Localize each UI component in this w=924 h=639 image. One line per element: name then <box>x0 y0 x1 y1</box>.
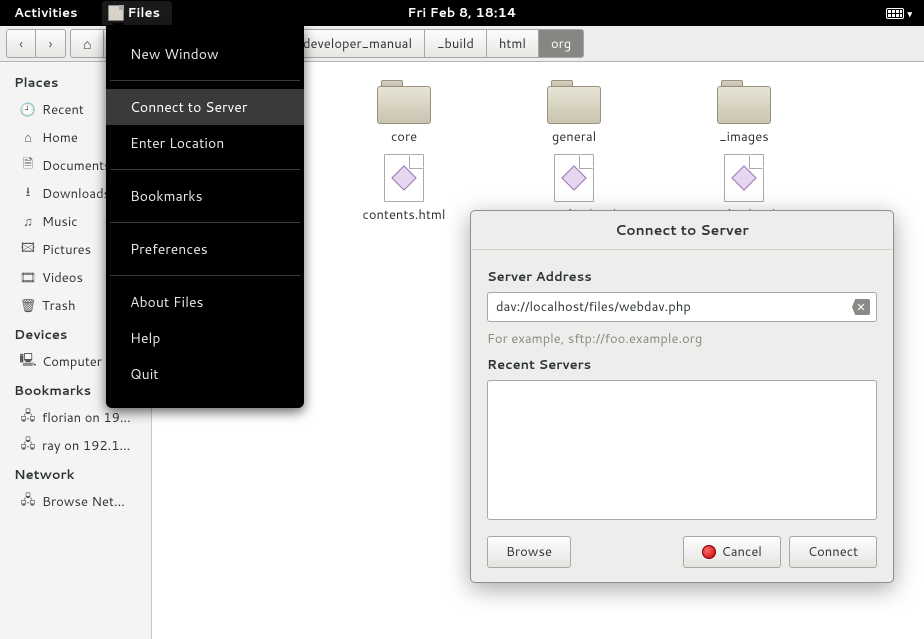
pictures-icon: 🖾 <box>20 242 36 258</box>
folder-icon <box>547 80 601 124</box>
menu-separator <box>110 222 300 223</box>
sidebar-item-label: florian on 19… <box>42 409 131 427</box>
sidebar-item-label: Home <box>42 129 78 147</box>
menu-quit[interactable]: Quit <box>106 356 304 392</box>
sidebar-item-label: Documents <box>42 157 111 175</box>
keyboard-indicator[interactable]: ▾ <box>886 7 912 20</box>
network-icon: 🖧 <box>20 494 36 510</box>
cancel-label: Cancel <box>722 543 762 561</box>
activities-button[interactable]: Activities <box>0 4 92 22</box>
file-label: contents.html <box>363 206 446 224</box>
crumb-developer-manual[interactable]: developer_manual <box>290 29 424 58</box>
dialog-title: Connect to Server <box>471 211 893 250</box>
folder-icon <box>717 80 771 124</box>
file-label: _images <box>719 128 768 146</box>
connect-to-server-dialog: Connect to Server Server Address dav://l… <box>470 210 894 583</box>
server-address-input[interactable]: dav://localhost/files/webdav.php ✕ <box>487 292 877 322</box>
app-name-label: Files <box>128 4 160 22</box>
file-item[interactable]: contents.html <box>334 154 474 224</box>
home-icon: ⌂ <box>20 130 36 146</box>
menu-connect-to-server[interactable]: Connect to Server <box>106 89 304 125</box>
menu-help[interactable]: Help <box>106 320 304 356</box>
file-label: general <box>552 128 596 146</box>
sidebar-item-label: ray on 192.1… <box>42 437 130 455</box>
menu-about[interactable]: About Files <box>106 284 304 320</box>
crumb-build[interactable]: _build <box>424 29 486 58</box>
sidebar-item-label: Computer <box>42 353 102 371</box>
videos-icon: 🎞 <box>20 270 36 286</box>
folder-item[interactable]: _images <box>674 80 814 146</box>
crumb-org[interactable]: org <box>538 29 584 58</box>
folder-item[interactable]: core <box>334 80 474 146</box>
sidebar-item-label: Recent <box>42 101 84 119</box>
document-icon <box>554 154 594 202</box>
computer-icon: 🖳 <box>20 354 36 370</box>
crumb-html[interactable]: html <box>486 29 538 58</box>
top-bar: Activities Files Fri Feb 8, 18:14 ▾ <box>0 0 924 26</box>
crumb-home[interactable]: ⌂ <box>70 29 103 58</box>
clear-icon[interactable]: ✕ <box>852 299 870 315</box>
music-icon: ♫ <box>20 214 36 230</box>
sidebar-item-label: Videos <box>42 269 83 287</box>
home-icon: ⌂ <box>83 34 91 54</box>
cancel-button[interactable]: Cancel <box>683 536 781 568</box>
app-icon <box>108 5 124 21</box>
folder-item[interactable]: general <box>504 80 644 146</box>
network-heading: Network <box>0 460 151 488</box>
menu-separator <box>110 169 300 170</box>
menu-preferences[interactable]: Preferences <box>106 231 304 267</box>
recent-servers-list[interactable] <box>487 380 877 520</box>
documents-icon: 🗎 <box>20 158 36 174</box>
keyboard-icon <box>886 8 904 19</box>
server-address-value: dav://localhost/files/webdav.php <box>496 298 852 316</box>
server-icon: 🖧 <box>20 410 36 426</box>
server-icon: 🖧 <box>20 438 36 454</box>
sidebar-item-label: Browse Net… <box>42 493 125 511</box>
sidebar-item-bookmark[interactable]: 🖧 ray on 192.1… <box>0 432 151 460</box>
back-button[interactable]: ‹ <box>6 29 36 58</box>
chevron-down-icon: ▾ <box>907 7 912 20</box>
folder-icon <box>377 80 431 124</box>
sidebar-item-label: Downloads <box>42 185 110 203</box>
menu-bookmarks[interactable]: Bookmarks <box>106 178 304 214</box>
browse-button[interactable]: Browse <box>487 536 571 568</box>
server-address-hint: For example, sftp://foo.example.org <box>487 330 877 348</box>
trash-icon: 🗑 <box>20 298 36 314</box>
file-label: core <box>391 128 417 146</box>
clock-icon: 🕘 <box>20 102 36 118</box>
document-icon <box>724 154 764 202</box>
app-menu: New Window Connect to Server Enter Locat… <box>106 26 304 408</box>
menu-new-window[interactable]: New Window <box>106 36 304 72</box>
sidebar-item-bookmark[interactable]: 🖧 florian on 19… <box>0 404 151 432</box>
sidebar-item-browse-network[interactable]: 🖧 Browse Net… <box>0 488 151 516</box>
document-icon <box>384 154 424 202</box>
clock[interactable]: Fri Feb 8, 18:14 <box>407 4 516 22</box>
sidebar-item-label: Pictures <box>42 241 91 259</box>
connect-button[interactable]: Connect <box>789 536 877 568</box>
menu-separator <box>110 80 300 81</box>
recent-servers-label: Recent Servers <box>487 356 877 374</box>
menu-enter-location[interactable]: Enter Location <box>106 125 304 161</box>
downloads-icon: ⭳ <box>20 186 36 202</box>
sidebar-item-label: Music <box>42 213 78 231</box>
record-icon <box>702 545 716 559</box>
forward-button[interactable]: › <box>36 29 66 58</box>
sidebar-item-label: Trash <box>42 297 76 315</box>
menu-separator <box>110 275 300 276</box>
app-menu-button[interactable]: Files <box>102 1 172 25</box>
server-address-label: Server Address <box>487 268 877 286</box>
